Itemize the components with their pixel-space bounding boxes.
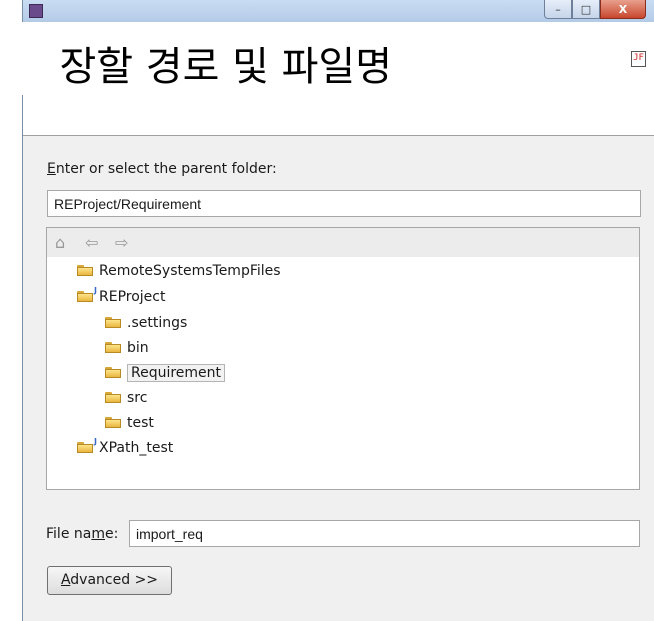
folder-icon (105, 316, 123, 329)
folder-icon (105, 341, 123, 354)
tree-node-remotesystemstempfiles[interactable]: RemoteSystemsTempFiles (77, 260, 281, 281)
title-bar[interactable]: – □ X (23, 0, 654, 23)
app-icon (29, 4, 43, 18)
overlay-caption: 장할 경로 및 파일명 (0, 22, 398, 95)
file-name-input[interactable] (129, 520, 640, 547)
parent-folder-label: Enter or select the parent folder: (47, 161, 277, 177)
advanced-button[interactable]: Advanced >> (47, 566, 172, 595)
file-name-label: File name: (46, 526, 119, 542)
maximize-button[interactable]: □ (572, 0, 600, 19)
close-button[interactable]: X (600, 0, 646, 19)
folder-tree[interactable]: ⌂ ⇦ ⇨ RemoteSystemsTempFiles J REProject… (46, 227, 640, 490)
back-arrow-icon[interactable]: ⇦ (85, 233, 98, 252)
folder-icon (105, 416, 123, 429)
wizard-banner-icon: JF (631, 51, 646, 67)
folder-icon (77, 264, 95, 277)
tree-node-xpath-test[interactable]: J XPath_test (77, 437, 173, 458)
tree-toolbar: ⌂ ⇦ ⇨ (47, 228, 639, 257)
minimize-button[interactable]: – (544, 0, 572, 19)
tree-node-settings[interactable]: .settings (105, 312, 187, 333)
parent-folder-input[interactable] (47, 190, 641, 217)
window-controls: – □ X (544, 0, 646, 22)
tree-node-test[interactable]: test (105, 412, 154, 433)
home-icon[interactable]: ⌂ (55, 233, 65, 252)
tree-node-src[interactable]: src (105, 387, 147, 408)
forward-arrow-icon[interactable]: ⇨ (115, 233, 128, 252)
folder-icon (105, 391, 123, 404)
tree-node-reproject[interactable]: J REProject (77, 286, 165, 307)
project-folder-icon: J (77, 437, 97, 454)
project-folder-icon: J (77, 286, 97, 303)
tree-node-requirement[interactable]: Requirement (105, 362, 226, 383)
folder-icon (105, 366, 123, 379)
tree-node-bin[interactable]: bin (105, 337, 149, 358)
